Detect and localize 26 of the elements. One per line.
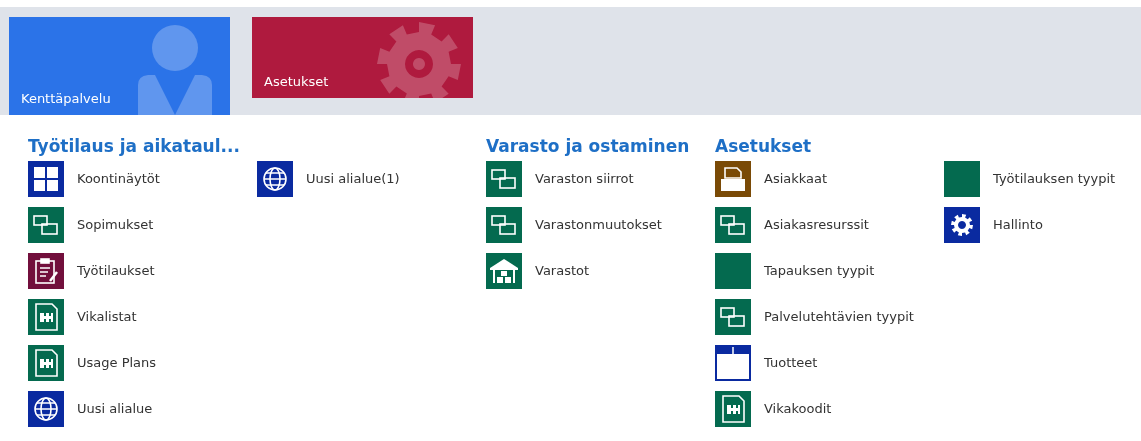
menu-item[interactable]: Työtilauksen tyypit (944, 161, 1116, 207)
group-heading: Asetukset (715, 135, 813, 158)
gear-icon (375, 20, 463, 98)
menu-item[interactable]: Sopimukset (28, 207, 257, 253)
app-tile[interactable]: Asetukset (252, 17, 473, 98)
menu-item[interactable]: Varastot (486, 253, 715, 299)
menu-item[interactable]: Palvelutehtävien tyypit (715, 299, 944, 345)
group-heading: Työtilaus ja aikataul... (28, 135, 241, 158)
menu-item[interactable]: Varaston siirrot (486, 161, 715, 207)
menu-item[interactable]: Asiakasresurssit (715, 207, 944, 253)
tile-label: Kenttäpalvelu (21, 89, 111, 108)
menu-item[interactable]: Varastonmuutokset (486, 207, 715, 253)
menu-item[interactable]: Koontinäytöt (28, 161, 257, 207)
menu-item[interactable]: Työtilaukset (28, 253, 257, 299)
menu-item[interactable]: Uusi alialue (28, 391, 257, 437)
menu-item[interactable]: Asiakkaat (715, 161, 944, 207)
menu-item[interactable]: Hallinto (944, 207, 1116, 253)
menu-item[interactable]: Tapauksen tyypit (715, 253, 944, 299)
menu-item[interactable]: Uusi alialue(1) (257, 161, 486, 207)
app-tile[interactable]: Kenttäpalvelu (9, 17, 230, 115)
tile-label: Asetukset (264, 72, 329, 91)
group-heading: Varasto ja ostaminen (486, 135, 691, 158)
menu-item[interactable]: Tuotteet (715, 345, 944, 391)
menu-item[interactable]: Vikalistat (28, 299, 257, 345)
menu-item[interactable]: Usage Plans (28, 345, 257, 391)
menu-item[interactable]: Vikakoodit (715, 391, 944, 437)
